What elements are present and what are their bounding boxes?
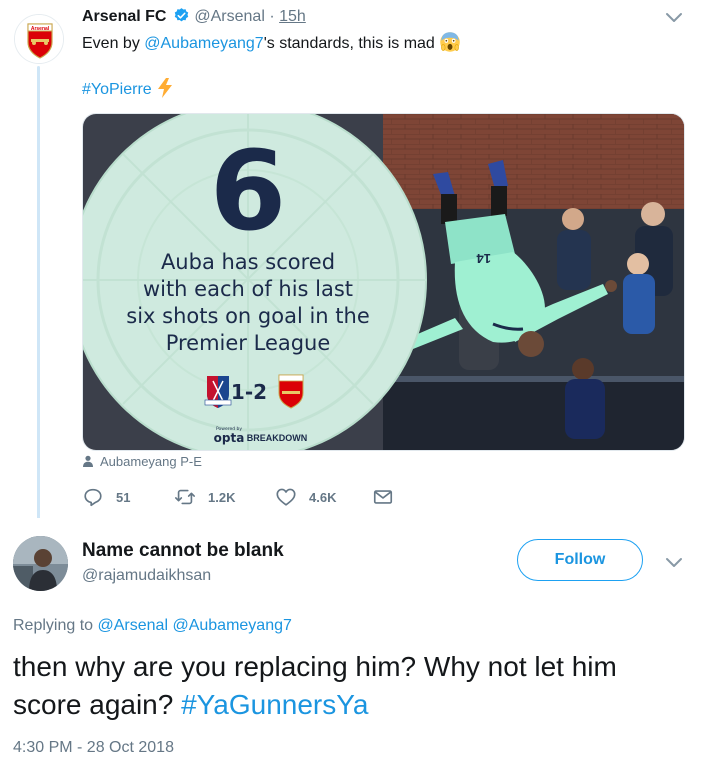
reply-author-avatar[interactable] [13,536,68,591]
retweet-icon [175,489,195,505]
parent-tweet: Arsenal Arsenal FC @Arsenal · 15h Even b… [0,0,701,524]
parent-author-name[interactable]: Arsenal FC [82,8,166,25]
match-score: 1-2 [231,380,267,404]
direct-message-button[interactable] [372,484,406,510]
reply-hashtag-link[interactable]: #YaGunnersYa [181,689,368,720]
replying-to-arsenal-link[interactable]: @Arsenal [98,617,169,634]
retweet-count: 1.2K [208,489,236,505]
parent-tweet-header: Arsenal FC @Arsenal · 15h [82,6,306,28]
svg-text:Arsenal: Arsenal [31,26,50,32]
chevron-down-icon[interactable] [662,8,686,28]
tweet-actions: 51 1.2K 4.6K [82,484,442,510]
parent-tweet-text: Even by @Aubameyang7's standards, this i… [82,31,461,55]
breakdown-logo: BREAKDOWN [247,433,308,443]
stat-line-2: with each of his last [143,277,353,301]
reply-count: 51 [116,489,131,505]
stat-line-4: Premier League [166,331,331,355]
avatar-photo [13,536,68,591]
parent-author-handle[interactable]: @Arsenal [194,8,265,25]
arsenal-avatar[interactable]: Arsenal [14,14,64,64]
parent-text-suffix: 's standards, this is mad [263,35,435,52]
reply-author-name[interactable]: Name cannot be blank [82,539,284,563]
big-stat-number: 6 [210,127,287,255]
replying-to-aubameyang-link[interactable]: @Aubameyang7 [172,617,291,634]
reply-button[interactable]: 51 [82,484,130,510]
like-icon [276,488,296,506]
reply-author-handle[interactable]: @rajamudaikhsan [82,565,211,587]
direct-message-icon [373,490,393,504]
parent-text-prefix: Even by [82,35,145,52]
hashtag-link[interactable]: #YoPierre [82,81,152,98]
reply-tweet-text: then why are you replacing him? Why not … [13,648,693,724]
tagged-user-name: Aubameyang P-E [100,454,202,469]
crystal-palace-crest [204,376,232,408]
like-count: 4.6K [309,489,337,505]
scream-emoji-icon [440,32,461,52]
tagged-user[interactable]: Aubameyang P-E [82,452,202,472]
verified-badge-icon [174,8,189,22]
chevron-down-icon[interactable] [662,553,686,573]
stat-graphic: 14 6 Auba has scored with each of his la… [83,114,684,450]
shirt-number: 14 [476,251,491,266]
replying-to-line: Replying to @Arsenal @Aubameyang7 [13,615,292,637]
opta-logo: opta [214,431,245,445]
reply-icon [84,488,102,507]
follow-button[interactable]: Follow [517,539,643,581]
reply-timestamp[interactable]: 4:30 PM - 28 Oct 2018 [13,737,174,759]
mention-link[interactable]: @Aubameyang7 [144,35,263,52]
replying-prefix: Replying to [13,617,98,634]
parent-tweet-time[interactable]: 15h [279,8,306,25]
stat-line-1: Auba has scored [161,250,335,274]
lightning-bolt-icon [158,78,173,98]
thread-connector-line [37,66,40,524]
header-separator: · [269,8,275,25]
reply-tweet: Name cannot be blank @rajamudaikhsan Fol… [0,518,701,766]
arsenal-crest-logo: Arsenal [15,15,63,63]
retweet-button[interactable]: 1.2K [174,484,235,510]
tweet-media-image[interactable]: 14 6 Auba has scored with each of his la… [82,113,685,451]
stat-line-3: six shots on goal in the [126,304,370,328]
parent-hashtag-line: #YoPierre [82,78,174,101]
like-button[interactable]: 4.6K [275,484,336,510]
person-icon [83,455,93,467]
